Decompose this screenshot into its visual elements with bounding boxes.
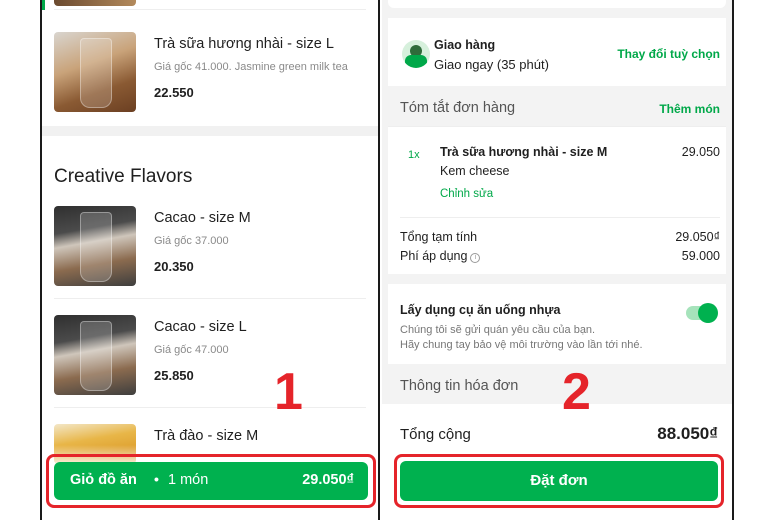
menu-item-price: 20.350 — [154, 259, 194, 274]
line-option: Kem cheese — [440, 164, 510, 178]
menu-item-name: Trà sữa hương nhài - size L — [154, 36, 334, 52]
scroll-accent — [42, 0, 45, 10]
menu-item-jasmine-l[interactable]: Trà sữa hương nhài - size L Giá gốc 41.0… — [54, 32, 366, 125]
delivery-subtitle: Giao ngay (35 phút) — [434, 57, 549, 72]
menu-item-name: Cacao - size M — [154, 210, 251, 226]
menu-item-desc: Giá gốc 37.000 — [154, 235, 229, 247]
total-value: 88.050₫ — [657, 424, 718, 443]
subtotal-value: 29.050₫ — [675, 230, 720, 244]
menu-item-cacao-m[interactable]: Cacao - size M Giá gốc 37.000 20.350 — [54, 206, 366, 299]
menu-item-desc: Giá gốc 47.000 — [154, 344, 229, 356]
cutlery-desc-1: Chúng tôi sẽ gửi quán yêu cầu của bạn. — [400, 324, 596, 336]
menu-item-name: Cacao - size L — [154, 319, 247, 335]
menu-item-thumbnail — [54, 206, 136, 286]
highlight-box-order — [394, 454, 724, 508]
delivery-icon — [402, 40, 430, 68]
fee-row: Phí áp dụng i — [400, 249, 481, 263]
cutlery-toggle[interactable] — [686, 303, 718, 323]
change-option-link[interactable]: Thay đổi tuỳ chọn — [617, 47, 720, 61]
menu-item-name: Trà đào - size M — [154, 428, 259, 444]
cutlery-desc-2: Hãy chung tay bảo vệ môi trường vào lần … — [400, 339, 643, 351]
total-label: Tổng cộng — [400, 426, 471, 443]
step-number-1: 1 — [274, 363, 303, 421]
menu-item-partial[interactable] — [54, 0, 366, 10]
delivery-title: Giao hàng — [434, 38, 496, 52]
menu-item-thumbnail — [54, 315, 136, 395]
cutlery-title: Lấy dụng cụ ăn uống nhựa — [400, 303, 561, 317]
cutlery-card: Lấy dụng cụ ăn uống nhựa Chúng tôi sẽ gử… — [388, 284, 726, 364]
section-title: Creative Flavors — [54, 166, 193, 187]
left-screen: Trà sữa hương nhài - size L Giá gốc 41.0… — [40, 0, 380, 520]
divider — [54, 298, 366, 299]
info-icon[interactable]: i — [470, 253, 481, 263]
line-price: 29.050 — [681, 145, 720, 159]
highlight-box-cart — [46, 454, 376, 508]
step-number-2: 2 — [562, 363, 591, 421]
menu-item-thumbnail — [54, 32, 136, 112]
line-name: Trà sữa hương nhài - size M — [440, 145, 608, 159]
add-more-link[interactable]: Thêm món — [659, 102, 720, 116]
menu-item-price: 25.850 — [154, 368, 194, 383]
invoice-title: Thông tin hóa đơn — [400, 378, 519, 394]
subtotal-label: Tổng tạm tính — [400, 230, 478, 244]
section-divider — [42, 126, 378, 136]
fee-label: Phí áp dụng — [400, 249, 468, 263]
right-screen: Giao hàng Giao ngay (35 phút) Thay đổi t… — [382, 0, 734, 520]
line-qty: 1x — [408, 149, 420, 161]
menu-item-price: 22.550 — [154, 85, 194, 100]
menu-item-desc: Giá gốc 41.000. Jasmine green milk tea — [154, 61, 348, 73]
card-top-partial — [388, 0, 726, 8]
order-summary-card: Tóm tắt đơn hàng Thêm món 1x Trà sữa hươ… — [388, 96, 726, 274]
divider — [54, 407, 366, 408]
summary-title: Tóm tắt đơn hàng — [400, 100, 516, 116]
menu-item-thumbnail — [54, 0, 136, 6]
delivery-card: Giao hàng Giao ngay (35 phút) Thay đổi t… — [388, 18, 726, 86]
menu-item-cacao-l[interactable]: Cacao - size L Giá gốc 47.000 25.850 — [54, 315, 366, 408]
edit-line-link[interactable]: Chỉnh sửa — [440, 188, 493, 200]
fee-value: 59.000 — [681, 249, 720, 263]
